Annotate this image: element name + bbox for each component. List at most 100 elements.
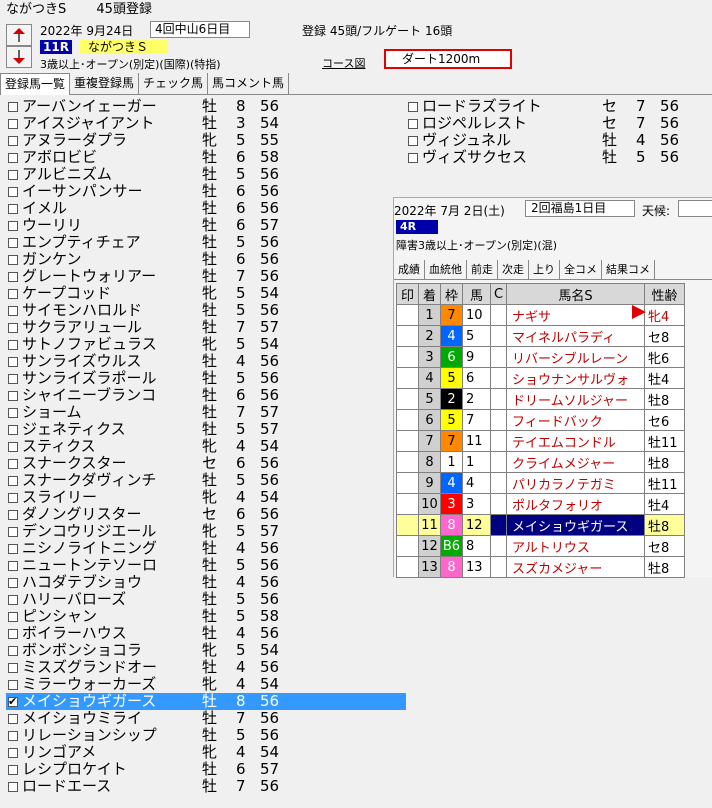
- horse-checkbox[interactable]: [8, 459, 18, 469]
- horse-row[interactable]: アボロビビ 牡 6 58: [6, 149, 406, 166]
- tab-registered-horses[interactable]: 登録馬一覧: [0, 73, 71, 95]
- panel-tab[interactable]: 血統他: [425, 260, 467, 279]
- result-row[interactable]: 6 5 7 フィードバック セ6: [396, 409, 685, 431]
- meeting-field[interactable]: 4回中山6日目: [150, 21, 250, 38]
- course-map-link[interactable]: コース図: [322, 55, 365, 71]
- panel-tab[interactable]: 上り: [529, 260, 560, 279]
- next-race-button[interactable]: [6, 46, 32, 68]
- horse-row[interactable]: ボンボンショコラ 牝 5 54: [6, 642, 406, 659]
- horse-checkbox[interactable]: [408, 119, 418, 129]
- result-row[interactable]: 9 4 4 パリカラノテガミ 牡11: [396, 472, 685, 494]
- horse-checkbox[interactable]: [8, 782, 18, 792]
- horse-row[interactable]: ハコダテブショウ 牡 4 56: [6, 574, 406, 591]
- horse-row[interactable]: イーサンパンサー 牡 6 56: [6, 183, 406, 200]
- result-row[interactable]: 12 B6 8 アルトリウス セ8: [396, 535, 685, 557]
- column-header[interactable]: 着: [418, 283, 441, 305]
- horse-checkbox[interactable]: [8, 646, 18, 656]
- horse-row[interactable]: アーバンイェーガー 牡 8 56: [6, 98, 406, 115]
- result-row[interactable]: 7 7 11 テイエムコンドル 牡11: [396, 430, 685, 452]
- horse-row[interactable]: ウーリリ 牡 6 57: [6, 217, 406, 234]
- horse-checkbox[interactable]: [8, 255, 18, 265]
- horse-row[interactable]: ダノングリスター セ 6 56: [6, 506, 406, 523]
- horse-checkbox[interactable]: [8, 102, 18, 112]
- horse-checkbox[interactable]: [8, 272, 18, 282]
- horse-checkbox[interactable]: [8, 476, 18, 486]
- tab-duplicate-horses[interactable]: 重複登録馬: [70, 73, 140, 95]
- horse-row[interactable]: アイスジャイアント 牡 3 54: [6, 115, 406, 132]
- horse-row[interactable]: スナークダヴィンチ 牡 5 56: [6, 472, 406, 489]
- result-row[interactable]: 10 3 3 ポルタフォリオ 牡4: [396, 493, 685, 515]
- horse-checkbox[interactable]: [8, 748, 18, 758]
- horse-row[interactable]: スナークスター セ 6 56: [6, 455, 406, 472]
- result-row[interactable]: 13 8 13 スズカメジャー 牡8: [396, 556, 685, 578]
- panel-tab[interactable]: 結果コメ: [602, 260, 655, 279]
- column-header[interactable]: 枠: [440, 283, 463, 305]
- column-header[interactable]: 印: [396, 283, 419, 305]
- horse-checkbox[interactable]: [8, 680, 18, 690]
- horse-checkbox[interactable]: [8, 153, 18, 163]
- panel-tab[interactable]: 前走: [467, 260, 498, 279]
- horse-checkbox[interactable]: [8, 391, 18, 401]
- tab-checked-horses[interactable]: チェック馬: [139, 73, 209, 95]
- horse-row[interactable]: ロードエース 牡 7 56: [6, 778, 406, 795]
- horse-checkbox[interactable]: [8, 136, 18, 146]
- horse-checkbox[interactable]: [8, 357, 18, 367]
- horse-checkbox[interactable]: [8, 731, 18, 741]
- horse-checkbox[interactable]: [8, 765, 18, 775]
- horse-row[interactable]: ヴィズサクセス 牡 5 56: [406, 149, 706, 166]
- horse-checkbox[interactable]: [408, 136, 418, 146]
- horse-row[interactable]: ハリーバローズ 牡 5 56: [6, 591, 406, 608]
- horse-row[interactable]: サイモンハロルド 牡 5 56: [6, 302, 406, 319]
- horse-row[interactable]: メイショウミライ 牡 7 56: [6, 710, 406, 727]
- result-row[interactable]: 5 2 2 ドリームソルジャー 牡8: [396, 388, 685, 410]
- tab-comment-horses[interactable]: 馬コメント馬: [208, 73, 290, 95]
- horse-checkbox[interactable]: [8, 306, 18, 316]
- horse-checkbox[interactable]: [8, 119, 18, 129]
- horse-row[interactable]: ミラーウォーカーズ 牝 4 54: [6, 676, 406, 693]
- horse-row[interactable]: サクラアリュール 牡 7 57: [6, 319, 406, 336]
- horse-row[interactable]: グレートウォリアー 牡 7 56: [6, 268, 406, 285]
- horse-row[interactable]: ケープコッド 牝 5 54: [6, 285, 406, 302]
- result-row[interactable]: 2 4 5 マイネルパラディ セ8: [396, 325, 685, 347]
- horse-row[interactable]: ガンケン 牡 6 56: [6, 251, 406, 268]
- horse-checkbox[interactable]: [8, 527, 18, 537]
- horse-row[interactable]: ヴィジュネル 牡 4 56: [406, 132, 706, 149]
- horse-checkbox[interactable]: [8, 425, 18, 435]
- horse-row[interactable]: ボイラーハウス 牡 4 56: [6, 625, 406, 642]
- horse-row[interactable]: ピンシャン 牡 5 58: [6, 608, 406, 625]
- column-header[interactable]: 馬名S: [506, 283, 645, 305]
- horse-row[interactable]: ロードラズライト セ 7 56: [406, 98, 706, 115]
- horse-row[interactable]: デンコウリジエール 牝 5 57: [6, 523, 406, 540]
- horse-checkbox[interactable]: [8, 187, 18, 197]
- panel-tab[interactable]: 次走: [498, 260, 529, 279]
- horse-checkbox[interactable]: [8, 629, 18, 639]
- horse-row[interactable]: ジェネティクス 牡 5 57: [6, 421, 406, 438]
- horse-row[interactable]: ミスズグランドオー 牡 4 56: [6, 659, 406, 676]
- horse-row[interactable]: アヌラーダプラ牝 5 55: [6, 132, 406, 149]
- horse-checkbox[interactable]: [8, 663, 18, 673]
- horse-row[interactable]: メイショウギガース 牡8 56: [6, 693, 406, 710]
- horse-checkbox[interactable]: [8, 693, 18, 710]
- column-header[interactable]: 性齢: [644, 283, 685, 305]
- horse-row[interactable]: エンプティチェア 牡 5 56: [6, 234, 406, 251]
- result-row[interactable]: 4 5 6 ショウナンサルヴォ 牡4: [396, 367, 685, 389]
- horse-checkbox[interactable]: [8, 374, 18, 384]
- panel-tab[interactable]: 成績: [394, 260, 425, 279]
- horse-row[interactable]: シャイニーブランコ 牡 6 56: [6, 387, 406, 404]
- horse-checkbox[interactable]: [8, 714, 18, 724]
- result-row[interactable]: 8 1 1 クライムメジャー 牡8: [396, 451, 685, 473]
- horse-checkbox[interactable]: [8, 595, 18, 605]
- horse-checkbox[interactable]: [8, 340, 18, 350]
- horse-row[interactable]: ショーム 牡 7 57: [6, 404, 406, 421]
- horse-row[interactable]: サンライズウルス 牡 4 56: [6, 353, 406, 370]
- result-row[interactable]: 11 8 12 メイショウギガース 牡8: [396, 514, 685, 536]
- result-row[interactable]: 3 6 9 リバーシブルレーン 牝6: [396, 346, 685, 368]
- horse-checkbox[interactable]: [408, 153, 418, 163]
- panel-tab[interactable]: 全コメ: [560, 260, 602, 279]
- horse-row[interactable]: アルビニズム 牡 5 56: [6, 166, 406, 183]
- horse-checkbox[interactable]: [8, 170, 18, 180]
- horse-row[interactable]: リンゴアメ 牝 4 54: [6, 744, 406, 761]
- horse-row[interactable]: スティクス 牝 4 54: [6, 438, 406, 455]
- horse-row[interactable]: スライリー 牝 4 54: [6, 489, 406, 506]
- horse-checkbox[interactable]: [8, 578, 18, 588]
